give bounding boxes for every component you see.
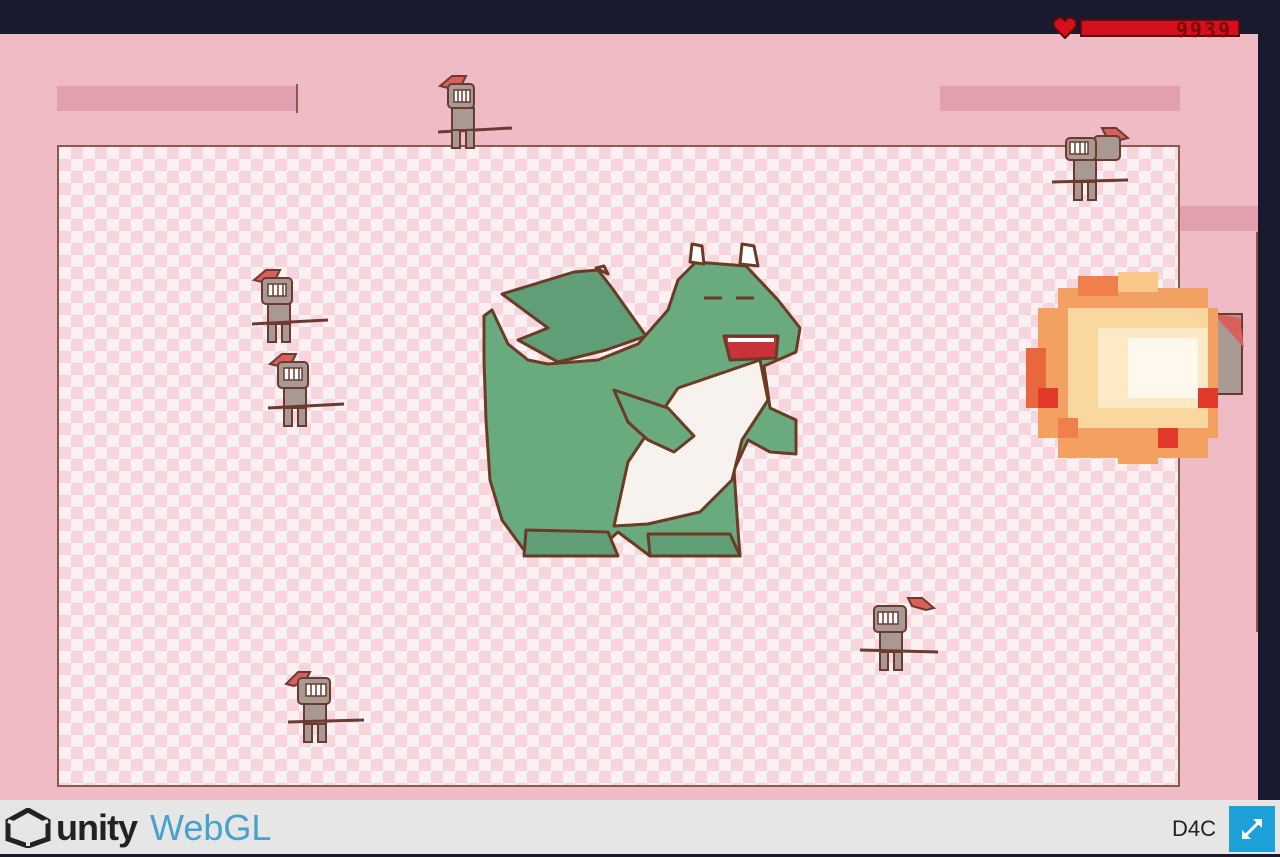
- knight-sprite: [859, 597, 939, 671]
- knight-sprite: [267, 353, 345, 427]
- wall-ledge-top-right: [940, 86, 1180, 111]
- dragon-sprite: [482, 242, 802, 558]
- unity-brand-text: unity: [56, 807, 138, 848]
- hp-value: 9939: [1175, 18, 1232, 42]
- fullscreen-icon: [1241, 818, 1263, 840]
- knight-sprite: [1051, 127, 1131, 201]
- wall-ledge-right-upper: [1180, 206, 1258, 231]
- wall-outline-top-left: [57, 84, 298, 113]
- fireball-sprite: [1026, 272, 1244, 464]
- unity-logo-icon: [5, 808, 51, 848]
- game-title: D4C: [1171, 816, 1216, 841]
- wall-bottom-right: [1180, 632, 1258, 800]
- hp-hud: 9939: [1052, 16, 1242, 42]
- wall-edge-right: [1256, 232, 1258, 632]
- fullscreen-button[interactable]: [1229, 806, 1275, 852]
- knight-sprite: [284, 671, 365, 743]
- knight-sprite: [251, 269, 329, 343]
- game-canvas[interactable]: 9939: [0, 0, 1280, 800]
- heart-icon: [1053, 17, 1077, 39]
- wall-right-upper: [1180, 34, 1258, 232]
- knight-sprite: [437, 75, 513, 149]
- webgl-brand-text: WebGL: [150, 807, 272, 848]
- unity-footer: unity WebGL D4C: [0, 800, 1280, 854]
- hp-bar: 9939: [1080, 18, 1240, 42]
